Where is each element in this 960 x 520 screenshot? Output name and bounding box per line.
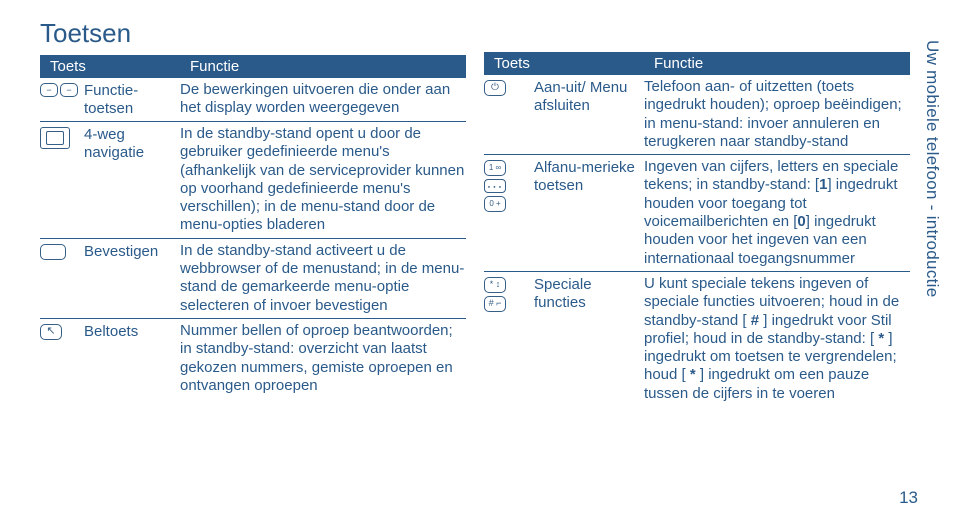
hash-key-icon: # ⌐ <box>484 296 506 312</box>
row-function: In de standby-stand opent u door de gebr… <box>180 125 466 235</box>
table-header-right: Toets Functie <box>484 52 910 75</box>
table-row: * ↕ # ⌐ Speciale functies U kunt special… <box>484 272 910 406</box>
confirm-key-icon <box>40 244 66 260</box>
th-func: Functie <box>654 55 910 72</box>
table-row: 4-weg navigatie In de standby-stand open… <box>40 122 466 239</box>
th-key: Toets <box>50 58 190 75</box>
table-row: Bevestigen In de standby-stand activeert… <box>40 239 466 319</box>
table-header-left: Toets Functie <box>40 55 466 78</box>
row-function: U kunt speciale tekens ingeven of specia… <box>644 275 910 403</box>
row-label: Functie-toetsen <box>84 81 180 118</box>
call-key-icon: ↖ <box>40 324 62 340</box>
row-label: 4-weg navigatie <box>84 125 180 162</box>
row-label: Beltoets <box>84 322 180 341</box>
row-function: In de standby-stand activeert u de webbr… <box>180 242 466 315</box>
table-row: 1 ∞ ● ● ● 0 + Alfanu-merieke toetsen Ing… <box>484 155 910 272</box>
page-number: 13 <box>899 488 918 508</box>
nav-key-icon <box>40 127 70 149</box>
th-func: Functie <box>190 58 466 75</box>
table-row: ↖ Beltoets Nummer bellen of oproep beant… <box>40 319 466 398</box>
side-tab-label: Uw mobiele telefoon - introductie <box>922 40 942 297</box>
th-key: Toets <box>494 55 654 72</box>
power-key-icon: ⏻ <box>484 80 506 96</box>
star-key-icon: * ↕ <box>484 277 506 293</box>
row-function: Ingeven van cijfers, letters en speciale… <box>644 158 910 268</box>
keypad-dots-icon: ● ● ● <box>484 179 506 193</box>
row-label: Alfanu-merieke toetsen <box>534 158 644 195</box>
row-function: Telefoon aan- of uitzetten (toets ingedr… <box>644 78 910 151</box>
softkey-left-icon: − <box>40 83 58 97</box>
row-label: Aan-uit/ Menu afsluiten <box>534 78 644 115</box>
row-label: Speciale functies <box>534 275 644 312</box>
table-row: ⏻ Aan-uit/ Menu afsluiten Telefoon aan- … <box>484 75 910 155</box>
one-key-icon: 1 ∞ <box>484 160 506 176</box>
zero-key-icon: 0 + <box>484 196 506 212</box>
softkey-right-icon: − <box>60 83 78 97</box>
table-row: − − Functie-toetsen De bewerkingen uitvo… <box>40 78 466 122</box>
page-title: Toetsen <box>40 18 466 49</box>
row-function: De bewerkingen uitvoeren die onder aan h… <box>180 81 466 118</box>
row-function: Nummer bellen of oproep beantwoorden; in… <box>180 322 466 395</box>
row-label: Bevestigen <box>84 242 180 261</box>
